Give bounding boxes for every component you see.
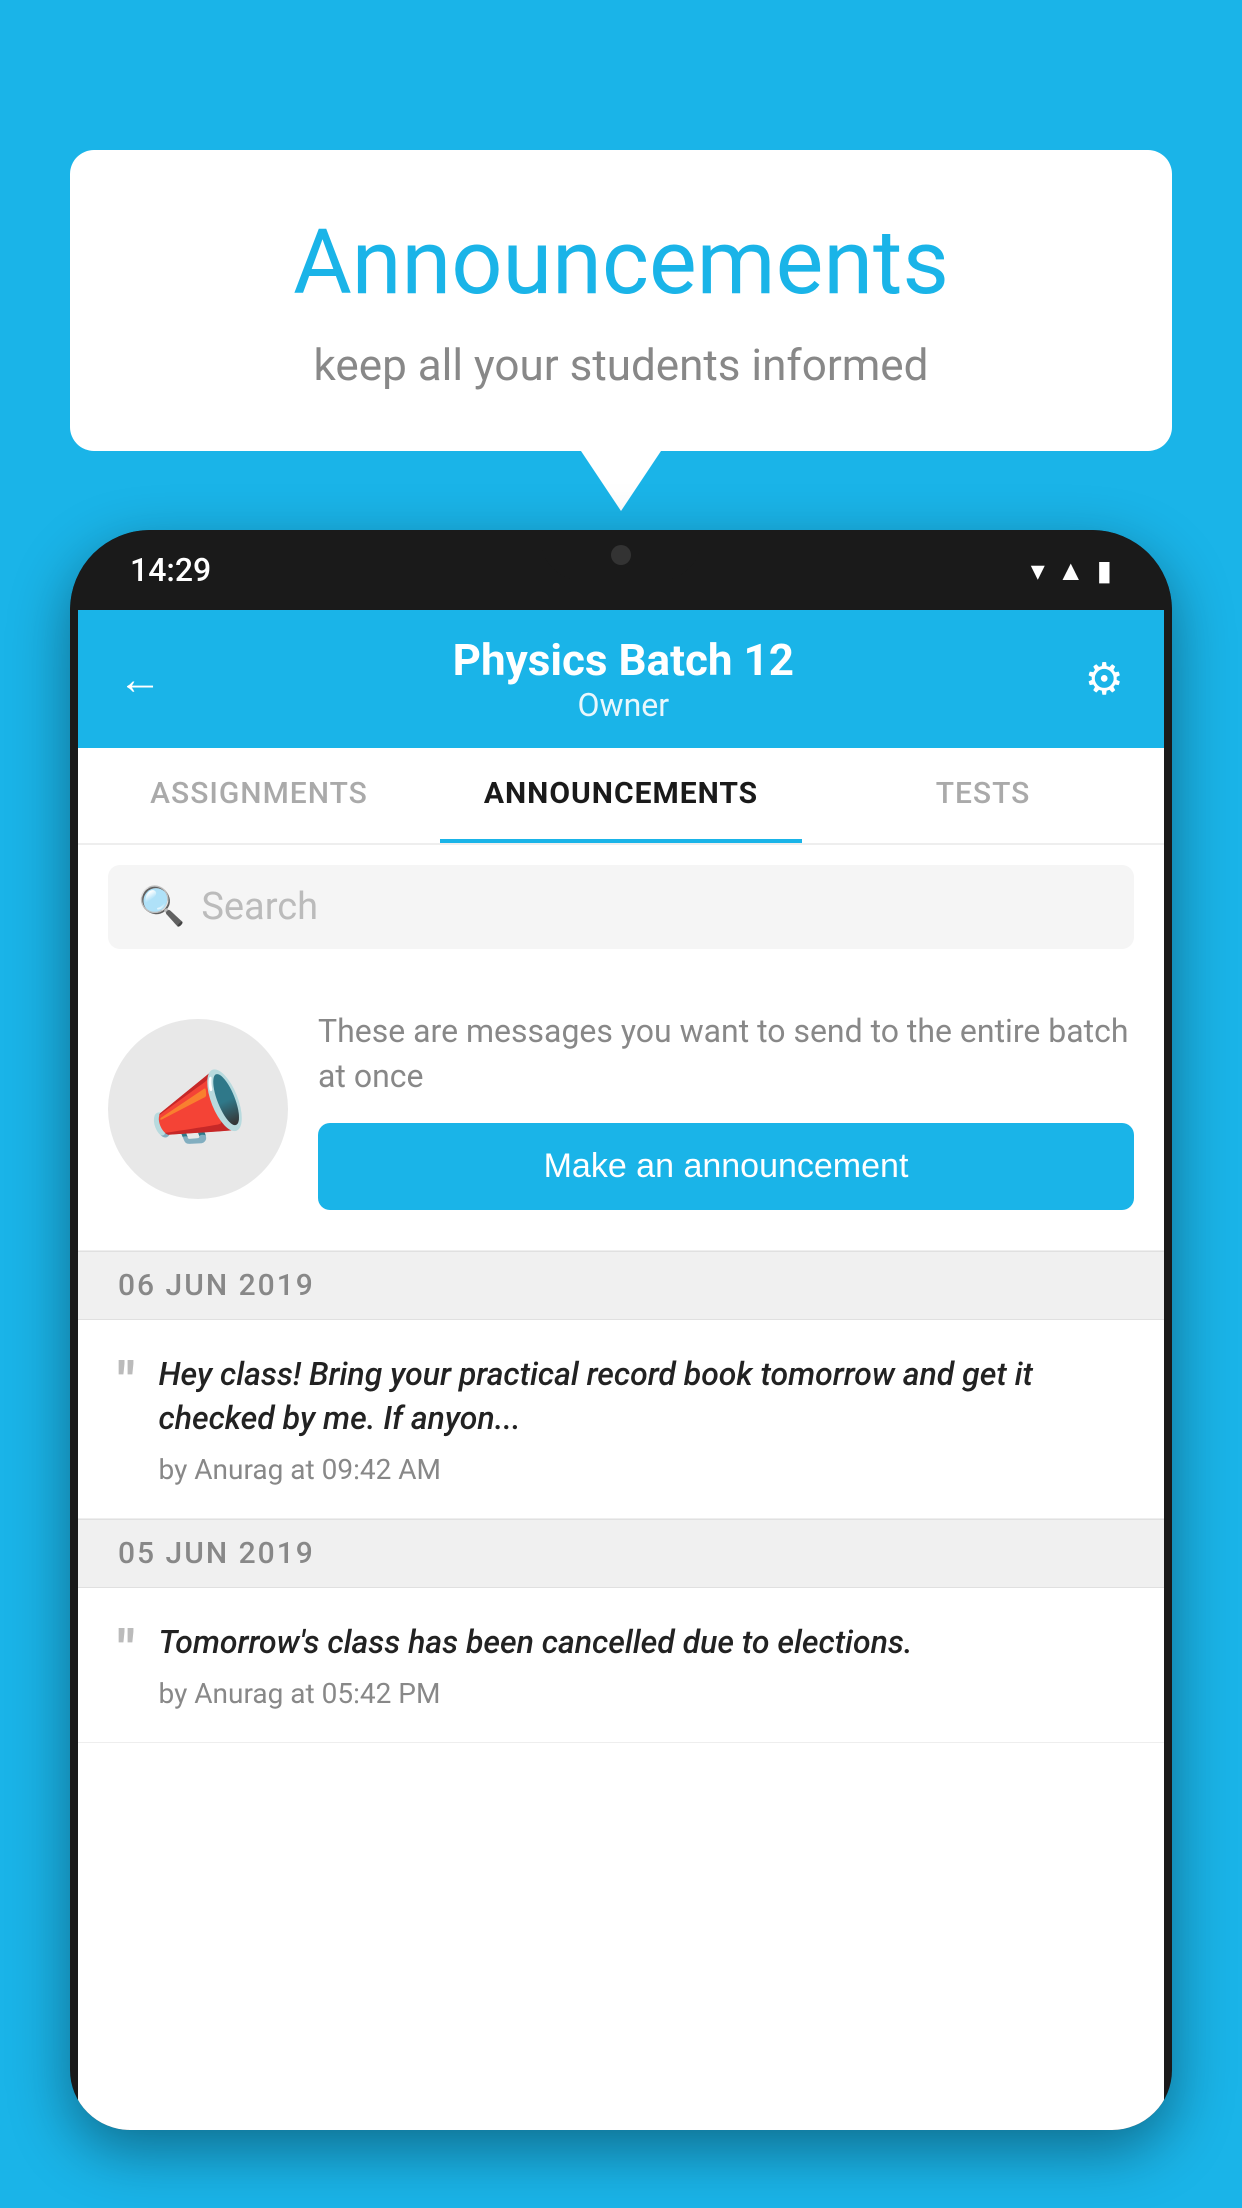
promo-icon-circle: 📣 xyxy=(108,1019,288,1199)
promo-description: These are messages you want to send to t… xyxy=(318,1009,1134,1099)
announcement-item-1[interactable]: " Hey class! Bring your practical record… xyxy=(78,1320,1164,1520)
search-input[interactable]: Search xyxy=(201,885,318,929)
promo-block: 📣 These are messages you want to send to… xyxy=(78,969,1164,1251)
search-bar-container: 🔍 Search xyxy=(78,845,1164,969)
tab-assignments[interactable]: ASSIGNMENTS xyxy=(78,748,440,843)
camera-dot xyxy=(611,545,631,565)
announcement-text-2: Tomorrow's class has been cancelled due … xyxy=(159,1620,1124,1665)
speech-bubble-subtitle: keep all your students informed xyxy=(150,339,1092,391)
speech-bubble-section: Announcements keep all your students inf… xyxy=(70,150,1172,511)
tab-tests[interactable]: TESTS xyxy=(802,748,1164,843)
signal-icon: ▲ xyxy=(1057,554,1085,587)
promo-right: These are messages you want to send to t… xyxy=(318,1009,1134,1210)
search-icon: 🔍 xyxy=(138,885,185,929)
announcement-text-1: Hey class! Bring your practical record b… xyxy=(159,1352,1124,1442)
speech-bubble-card: Announcements keep all your students inf… xyxy=(70,150,1172,451)
speech-bubble-arrow xyxy=(581,451,661,511)
search-bar[interactable]: 🔍 Search xyxy=(108,865,1134,949)
settings-icon[interactable]: ⚙ xyxy=(1085,653,1124,705)
status-bar: 14:29 ▾ ▲ ▮ xyxy=(70,530,1172,610)
battery-icon: ▮ xyxy=(1097,554,1112,587)
phone-notch xyxy=(541,530,701,580)
wifi-icon: ▾ xyxy=(1031,554,1045,587)
megaphone-icon: 📣 xyxy=(148,1062,248,1156)
speech-bubble-title: Announcements xyxy=(150,210,1092,315)
status-icons: ▾ ▲ ▮ xyxy=(1031,554,1112,587)
tab-announcements[interactable]: ANNOUNCEMENTS xyxy=(440,748,802,843)
announcement-content-2: Tomorrow's class has been cancelled due … xyxy=(159,1620,1124,1710)
make-announcement-button[interactable]: Make an announcement xyxy=(318,1123,1134,1210)
announcement-item-2[interactable]: " Tomorrow's class has been cancelled du… xyxy=(78,1588,1164,1743)
back-button[interactable]: ← xyxy=(118,653,162,705)
phone-frame: 14:29 ▾ ▲ ▮ ← Physics Batch 12 Owner ⚙ xyxy=(70,530,1172,2130)
header-subtitle: Owner xyxy=(162,686,1085,724)
phone-screen: ← Physics Batch 12 Owner ⚙ ASSIGNMENTS A… xyxy=(78,610,1164,2130)
quote-icon-2: " xyxy=(118,1624,135,1676)
announcement-author-1: by Anurag at 09:42 AM xyxy=(159,1453,1124,1486)
date-separator-1: 06 JUN 2019 xyxy=(78,1251,1164,1320)
date-separator-2: 05 JUN 2019 xyxy=(78,1519,1164,1588)
header-title: Physics Batch 12 xyxy=(162,634,1085,686)
app-header: ← Physics Batch 12 Owner ⚙ xyxy=(78,610,1164,748)
status-time: 14:29 xyxy=(130,551,211,589)
tabs-bar: ASSIGNMENTS ANNOUNCEMENTS TESTS xyxy=(78,748,1164,845)
phone-container: 14:29 ▾ ▲ ▮ ← Physics Batch 12 Owner ⚙ xyxy=(70,530,1172,2208)
header-title-block: Physics Batch 12 Owner xyxy=(162,634,1085,724)
announcement-author-2: by Anurag at 05:42 PM xyxy=(159,1677,1124,1710)
quote-icon-1: " xyxy=(118,1356,135,1408)
announcement-content-1: Hey class! Bring your practical record b… xyxy=(159,1352,1124,1487)
